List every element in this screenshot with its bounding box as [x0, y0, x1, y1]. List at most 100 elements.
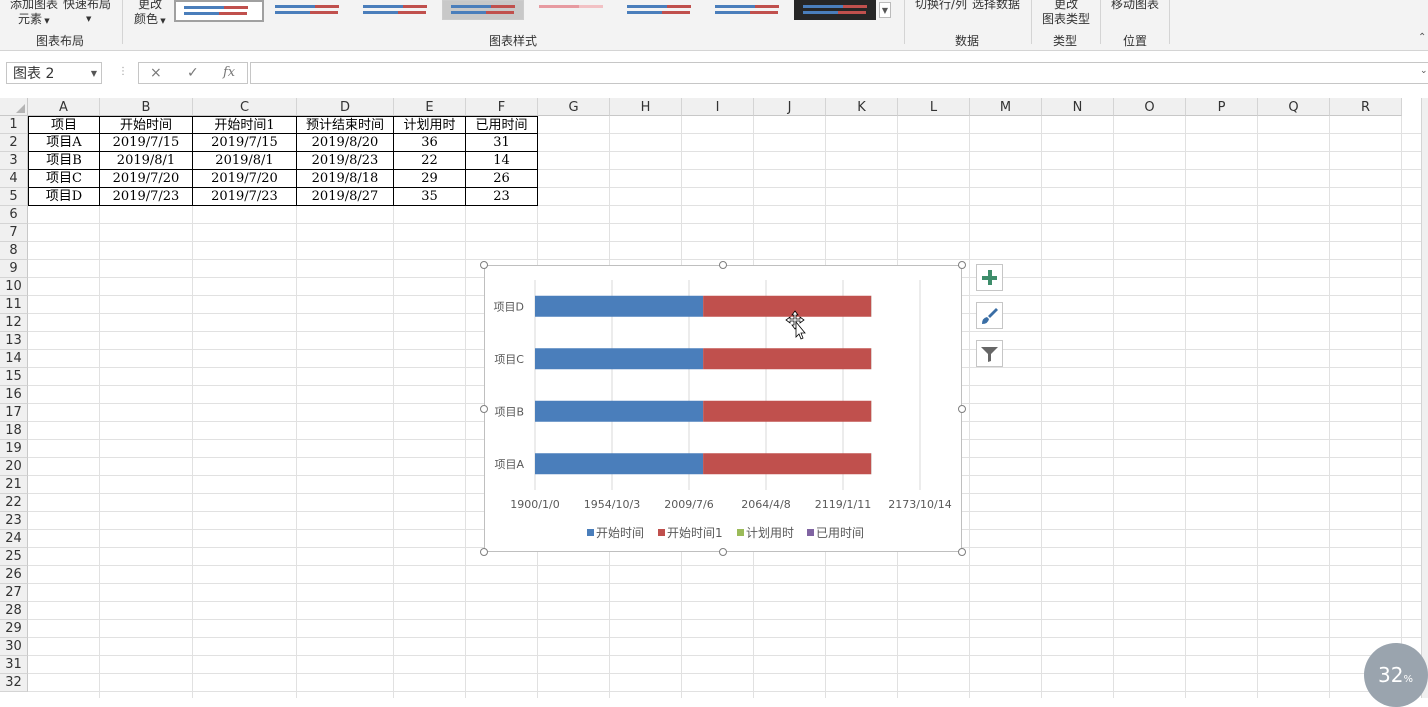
column-header-q[interactable]: Q [1258, 98, 1330, 116]
row-header-25[interactable]: 25 [0, 548, 28, 566]
resize-handle[interactable] [480, 548, 488, 556]
select-all-corner[interactable] [0, 98, 28, 116]
row-header-20[interactable]: 20 [0, 458, 28, 476]
style-gallery-more-icon[interactable]: ▼ [879, 2, 891, 18]
chart-style-thumb-7[interactable] [706, 0, 790, 20]
table-cell[interactable]: 36 [394, 134, 466, 152]
table-header-cell[interactable]: 计划用时 [394, 116, 466, 134]
row-header-29[interactable]: 29 [0, 620, 28, 638]
chevron-down-icon[interactable]: ▼ [91, 63, 97, 85]
chart-elements-button[interactable] [976, 264, 1003, 291]
table-cell[interactable]: 14 [466, 152, 538, 170]
row-header-18[interactable]: 18 [0, 422, 28, 440]
change-chart-type-button[interactable]: 更改 [1054, 0, 1078, 11]
chart-style-thumb-6[interactable] [618, 0, 702, 20]
table-cell[interactable]: 29 [394, 170, 466, 188]
row-header-11[interactable]: 11 [0, 296, 28, 314]
column-header-f[interactable]: F [466, 98, 538, 116]
column-header-b[interactable]: B [100, 98, 193, 116]
row-header-8[interactable]: 8 [0, 242, 28, 260]
move-chart-button[interactable]: 移动图表 [1111, 0, 1159, 11]
table-cell[interactable]: 2019/8/27 [297, 188, 394, 206]
chart-styles-button[interactable] [976, 302, 1003, 329]
table-cell[interactable]: 2019/7/20 [193, 170, 297, 188]
table-cell[interactable]: 2019/8/1 [100, 152, 193, 170]
table-header-cell[interactable]: 开始时间1 [193, 116, 297, 134]
column-header-o[interactable]: O [1114, 98, 1186, 116]
table-cell[interactable]: 项目D [28, 188, 100, 206]
table-cell[interactable]: 2019/7/20 [100, 170, 193, 188]
add-chart-element-button-2[interactable]: 元素 ▼ [18, 12, 50, 28]
row-header-5[interactable]: 5 [0, 188, 28, 206]
column-header-h[interactable]: H [610, 98, 682, 116]
column-header-g[interactable]: G [538, 98, 610, 116]
cancel-icon[interactable]: × [150, 65, 162, 81]
vertical-scrollbar[interactable] [1421, 98, 1428, 698]
row-header-10[interactable]: 10 [0, 278, 28, 296]
column-header-p[interactable]: P [1186, 98, 1258, 116]
column-header-c[interactable]: C [193, 98, 297, 116]
insert-function-icon[interactable]: fx [223, 65, 235, 80]
table-cell[interactable]: 2019/8/1 [193, 152, 297, 170]
row-header-31[interactable]: 31 [0, 656, 28, 674]
table-cell[interactable]: 2019/7/15 [193, 134, 297, 152]
table-cell[interactable]: 31 [466, 134, 538, 152]
row-header-9[interactable]: 9 [0, 260, 28, 278]
row-header-12[interactable]: 12 [0, 314, 28, 332]
table-cell[interactable]: 2019/8/20 [297, 134, 394, 152]
table-cell[interactable]: 2019/7/15 [100, 134, 193, 152]
row-header-1[interactable]: 1 [0, 116, 28, 134]
column-header-m[interactable]: M [970, 98, 1042, 116]
column-header-n[interactable]: N [1042, 98, 1114, 116]
row-header-17[interactable]: 17 [0, 404, 28, 422]
row-header-2[interactable]: 2 [0, 134, 28, 152]
chart-area[interactable]: 1900/1/01954/10/32009/7/62064/4/82119/1/… [484, 265, 962, 552]
table-cell[interactable]: 35 [394, 188, 466, 206]
row-header-13[interactable]: 13 [0, 332, 28, 350]
row-header-14[interactable]: 14 [0, 350, 28, 368]
table-cell[interactable]: 2019/7/23 [193, 188, 297, 206]
resize-handle[interactable] [958, 261, 966, 269]
table-cell[interactable]: 22 [394, 152, 466, 170]
resize-handle[interactable] [958, 548, 966, 556]
table-header-cell[interactable]: 项目 [28, 116, 100, 134]
table-cell[interactable]: 项目B [28, 152, 100, 170]
table-header-cell[interactable]: 已用时间 [466, 116, 538, 134]
quick-layout-dropdown-icon[interactable]: ▼ [86, 12, 91, 26]
chart-style-thumb-5[interactable] [530, 0, 614, 20]
table-cell[interactable]: 项目A [28, 134, 100, 152]
column-header-i[interactable]: I [682, 98, 754, 116]
table-cell[interactable]: 2019/8/18 [297, 170, 394, 188]
row-header-30[interactable]: 30 [0, 638, 28, 656]
row-header-6[interactable]: 6 [0, 206, 28, 224]
column-header-k[interactable]: K [826, 98, 898, 116]
row-header-24[interactable]: 24 [0, 530, 28, 548]
table-header-cell[interactable]: 预计结束时间 [297, 116, 394, 134]
column-header-a[interactable]: A [28, 98, 100, 116]
name-box[interactable]: 图表 2 ▼ [6, 62, 102, 84]
quick-layout-button[interactable]: 快速布局 [63, 0, 111, 11]
table-cell[interactable]: 2019/7/23 [100, 188, 193, 206]
row-header-4[interactable]: 4 [0, 170, 28, 188]
row-header-16[interactable]: 16 [0, 386, 28, 404]
row-header-15[interactable]: 15 [0, 368, 28, 386]
resize-handle[interactable] [958, 405, 966, 413]
chart-style-thumb-3[interactable] [354, 0, 438, 20]
table-header-cell[interactable]: 开始时间 [100, 116, 193, 134]
resize-handle[interactable] [719, 548, 727, 556]
chart-style-thumb-4[interactable] [442, 0, 524, 20]
table-cell[interactable]: 2019/8/23 [297, 152, 394, 170]
chart-style-thumb-1[interactable] [174, 0, 264, 22]
row-header-21[interactable]: 21 [0, 476, 28, 494]
column-header-l[interactable]: L [898, 98, 970, 116]
row-header-22[interactable]: 22 [0, 494, 28, 512]
change-chart-type-button-2[interactable]: 图表类型 [1042, 12, 1090, 26]
table-cell[interactable]: 26 [466, 170, 538, 188]
change-colors-button[interactable]: 更改 [138, 0, 162, 11]
row-header-19[interactable]: 19 [0, 440, 28, 458]
switch-row-col-button[interactable]: 切换行/列 [915, 0, 967, 11]
change-colors-button-2[interactable]: 颜色 ▼ [134, 12, 166, 28]
column-header-d[interactable]: D [297, 98, 394, 116]
table-cell[interactable]: 项目C [28, 170, 100, 188]
row-header-26[interactable]: 26 [0, 566, 28, 584]
